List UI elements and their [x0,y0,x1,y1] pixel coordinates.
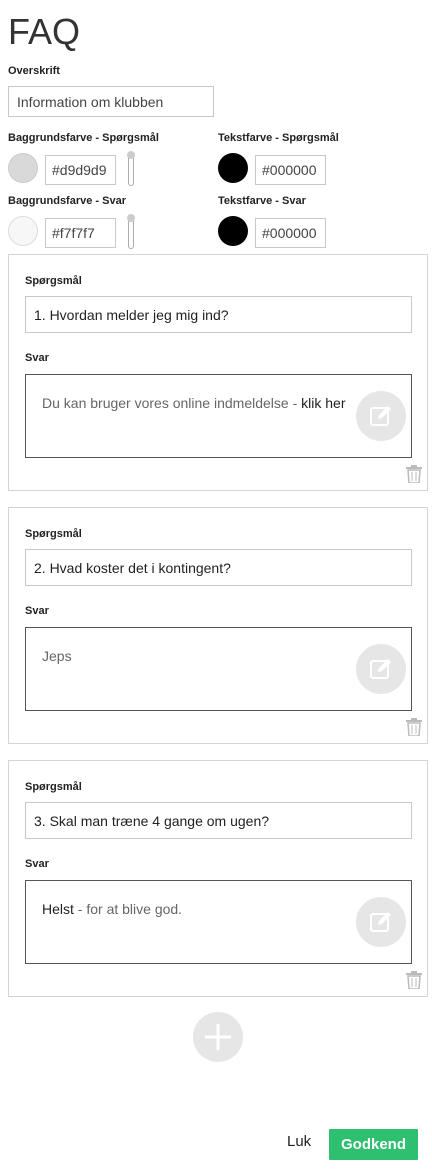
answer-text-label: Tekstfarve - Svar [218,195,306,207]
faq-card-2: Spørgsmål 2. Hvad koster det i kontingen… [8,507,428,744]
answer-label: Svar [25,352,49,364]
trash-icon [406,718,422,737]
question-label: Spørgsmål [25,528,82,540]
faq-card-3: Spørgsmål 3. Skal man træne 4 gange om u… [8,760,428,997]
edit-answer-button[interactable] [356,644,406,694]
question-bg-swatch[interactable] [8,153,38,183]
add-faq-item-button[interactable] [193,1012,243,1062]
question-label: Spørgsmål [25,275,82,287]
question-text-label: Tekstfarve - Spørgsmål [218,132,339,144]
trash-icon [406,465,422,484]
question-input[interactable]: 3. Skal man træne 4 gange om ugen? [25,802,412,839]
answer-text-swatch[interactable] [218,216,248,246]
edit-icon [370,406,391,426]
close-button[interactable]: Luk [287,1133,311,1150]
delete-item-button[interactable] [406,465,422,484]
trash-icon [406,971,422,990]
answer-editor[interactable]: Helst - for at blive god. [25,880,412,964]
slider-knob[interactable] [127,214,135,222]
question-label: Spørgsmål [25,781,82,793]
approve-button[interactable]: Godkend [329,1129,418,1160]
heading-input[interactable]: Information om klubben [8,86,214,117]
question-bg-label: Baggrundsfarve - Spørgsmål [8,132,159,144]
answer-text: - for at blive god. [73,901,183,917]
edit-answer-button[interactable] [356,391,406,441]
question-input[interactable]: 1. Hvordan melder jeg mig ind? [25,296,412,333]
question-text-swatch[interactable] [218,153,248,183]
heading-label: Overskrift [8,65,60,77]
faq-card-1: Spørgsmål 1. Hvordan melder jeg mig ind?… [8,254,428,491]
answer-label: Svar [25,605,49,617]
delete-item-button[interactable] [406,718,422,737]
answer-bg-hex-input[interactable]: #f7f7f7 [45,218,116,248]
answer-label: Svar [25,858,49,870]
plus-icon [205,1024,231,1050]
answer-link[interactable]: klik her [301,395,345,411]
page-title: FAQ [8,11,81,52]
answer-text: Du kan bruger vores online indmeldelse - [42,395,302,411]
question-bg-hex-input[interactable]: #d9d9d9 [45,155,116,185]
delete-item-button[interactable] [406,971,422,990]
question-input[interactable]: 2. Hvad koster det i kontingent? [25,549,412,586]
answer-editor[interactable]: Jeps [25,627,412,711]
answer-bg-label: Baggrundsfarve - Svar [8,195,126,207]
question-bg-slider[interactable] [127,151,135,186]
answer-text-strong: Helst [42,901,74,917]
answer-text: Jeps [42,648,72,664]
edit-icon [370,912,391,932]
slider-knob[interactable] [127,151,135,159]
edit-icon [370,659,391,679]
answer-editor[interactable]: Du kan bruger vores online indmeldelse -… [25,374,412,458]
answer-bg-swatch[interactable] [8,216,38,246]
question-text-hex-input[interactable]: #000000 [255,155,326,185]
answer-bg-slider[interactable] [127,214,135,249]
edit-answer-button[interactable] [356,897,406,947]
answer-text-hex-input[interactable]: #000000 [255,218,326,248]
